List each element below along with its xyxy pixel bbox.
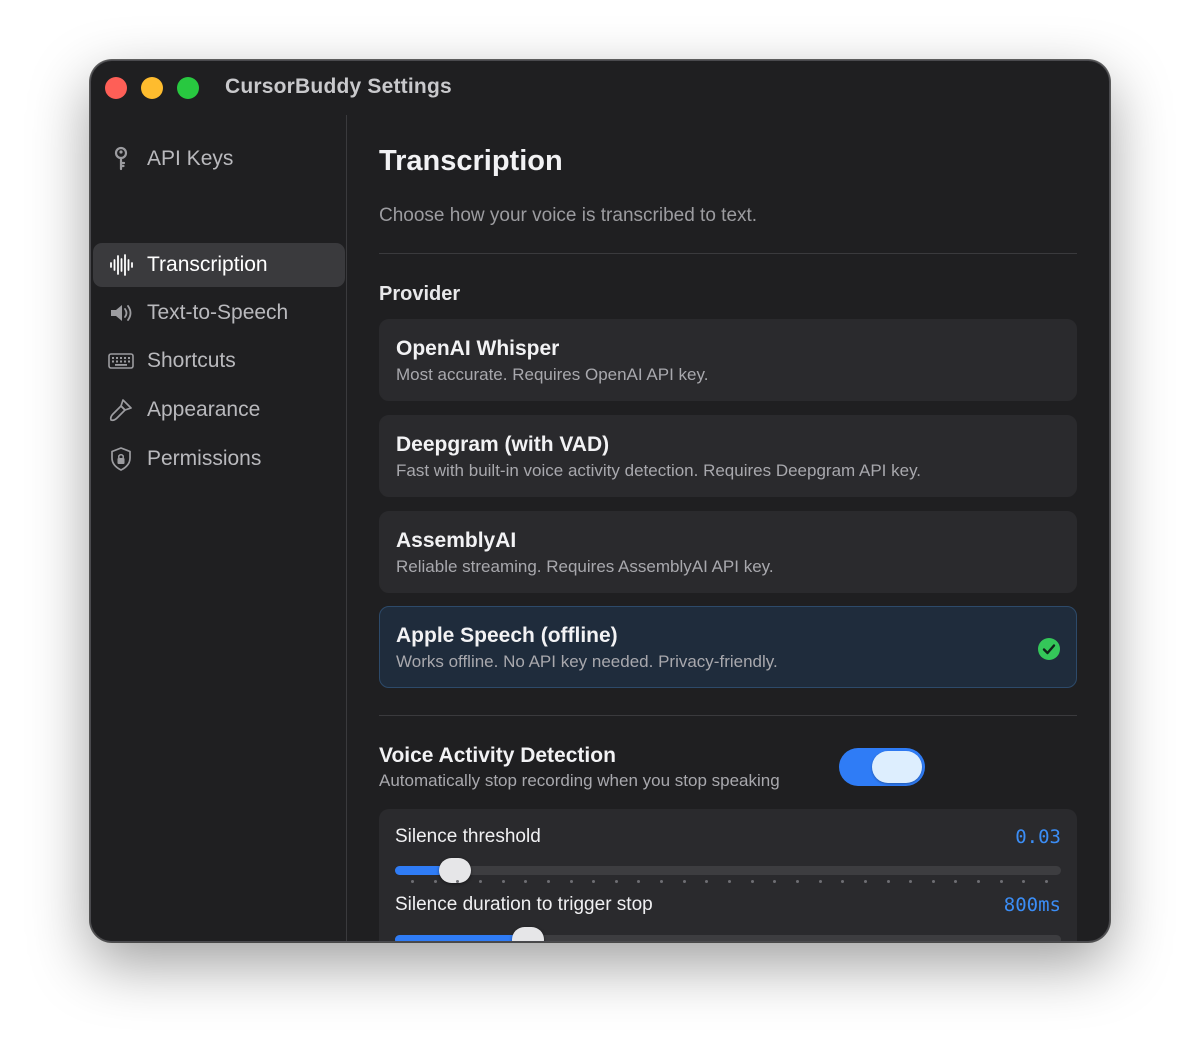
slider-tick <box>750 880 754 883</box>
provider-name: Apple Speech (offline) <box>396 624 618 647</box>
provider-description: Most accurate. Requires OpenAI API key. <box>396 365 709 384</box>
slider-tick <box>1022 880 1026 883</box>
sidebar-item-label: API Keys <box>147 147 234 170</box>
slider-tick <box>705 880 709 883</box>
provider-name: OpenAI Whisper <box>396 337 560 360</box>
settings-window: CursorBuddy Settings API Keys Transcript… <box>90 60 1110 942</box>
slider-tick <box>886 880 890 883</box>
slider-tick <box>818 880 822 883</box>
minimize-window-button[interactable] <box>141 77 163 99</box>
main-content: Transcription Choose how your voice is t… <box>379 115 1077 941</box>
provider-section-label: Provider <box>379 283 461 305</box>
slider-tick <box>524 880 528 883</box>
keyboard-icon <box>107 347 135 375</box>
provider-option-deepgram[interactable]: Deepgram (with VAD) Fast with built-in v… <box>379 415 1077 497</box>
silence-threshold-label: Silence threshold <box>395 826 541 847</box>
slider-tick <box>931 880 935 883</box>
slider-tick <box>728 880 731 883</box>
slider-tick <box>433 880 437 883</box>
slider-tick <box>546 880 550 883</box>
provider-description: Fast with built-in voice activity detect… <box>396 461 922 480</box>
slider-tick <box>773 880 777 883</box>
sidebar-item-text-to-speech[interactable]: Text-to-Speech <box>93 291 345 335</box>
provider-option-assemblyai[interactable]: AssemblyAI Reliable streaming. Requires … <box>379 511 1077 593</box>
slider-tick <box>614 880 618 883</box>
slider-tick <box>637 880 641 883</box>
toggle-knob <box>872 751 922 783</box>
sidebar-item-label: Shortcuts <box>147 349 236 372</box>
vad-toggle[interactable] <box>839 748 925 786</box>
sidebar-item-shortcuts[interactable]: Shortcuts <box>93 339 345 383</box>
sidebar-item-appearance[interactable]: Appearance <box>93 388 345 432</box>
speaker-icon <box>107 299 135 327</box>
window-title: CursorBuddy Settings <box>225 75 452 98</box>
sidebar-item-label: Transcription <box>147 253 268 276</box>
sidebar-item-transcription[interactable]: Transcription <box>93 243 345 287</box>
silence-duration-label: Silence duration to trigger stop <box>395 894 653 915</box>
divider <box>379 715 1077 716</box>
vad-description: Automatically stop recording when you st… <box>379 771 780 790</box>
slider-tick <box>977 880 981 883</box>
slider-tick <box>1045 880 1048 883</box>
vad-title: Voice Activity Detection <box>379 744 616 767</box>
silence-threshold-value: 0.03 <box>1015 826 1061 848</box>
page-subtitle: Choose how your voice is transcribed to … <box>379 205 758 226</box>
sidebar: API Keys Transcription Text-to-Speech Sh… <box>91 115 347 941</box>
close-window-button[interactable] <box>105 77 127 99</box>
slider-fill <box>395 935 529 941</box>
provider-name: Deepgram (with VAD) <box>396 433 610 456</box>
zoom-window-button[interactable] <box>177 77 199 99</box>
slider-ticks <box>395 880 1061 884</box>
slider-tick <box>999 880 1003 883</box>
slider-tick <box>478 880 482 883</box>
paintbrush-icon <box>107 396 135 424</box>
slider-tick <box>863 880 867 883</box>
slider-tick <box>501 880 505 883</box>
slider-tick <box>795 880 799 883</box>
sidebar-item-api-keys[interactable]: API Keys <box>93 137 345 181</box>
key-icon <box>107 145 135 173</box>
silence-duration-slider[interactable] <box>395 927 1061 941</box>
page-title: Transcription <box>379 145 563 177</box>
slider-tick <box>954 880 958 883</box>
slider-tick <box>592 880 596 883</box>
title-bar: CursorBuddy Settings <box>91 61 1109 115</box>
slider-tick <box>660 880 664 883</box>
sidebar-item-label: Text-to-Speech <box>147 301 289 324</box>
divider <box>379 253 1077 254</box>
sidebar-divider <box>346 115 347 941</box>
sidebar-item-permissions[interactable]: Permissions <box>93 437 345 481</box>
checkmark-icon <box>1038 638 1060 660</box>
vad-settings-card: Silence threshold 0.03 Silence duration … <box>379 809 1077 941</box>
sidebar-item-label: Appearance <box>147 398 261 421</box>
shield-lock-icon <box>107 445 135 473</box>
slider-tick <box>841 880 845 883</box>
sidebar-item-label: Permissions <box>147 447 262 470</box>
slider-tick <box>411 880 414 883</box>
provider-option-openai-whisper[interactable]: OpenAI Whisper Most accurate. Requires O… <box>379 319 1077 401</box>
silence-threshold-slider[interactable] <box>395 858 1061 883</box>
waveform-icon <box>107 251 135 279</box>
slider-tick <box>909 880 913 883</box>
provider-name: AssemblyAI <box>396 529 517 552</box>
slider-thumb[interactable] <box>512 927 545 941</box>
provider-option-apple-speech[interactable]: Apple Speech (offline) Works offline. No… <box>379 606 1077 688</box>
provider-description: Works offline. No API key needed. Privac… <box>396 652 778 671</box>
slider-tick <box>682 880 686 883</box>
provider-description: Reliable streaming. Requires AssemblyAI … <box>396 557 774 576</box>
silence-duration-value: 800ms <box>1003 894 1061 916</box>
slider-tick <box>456 880 460 883</box>
slider-tick <box>569 880 573 883</box>
